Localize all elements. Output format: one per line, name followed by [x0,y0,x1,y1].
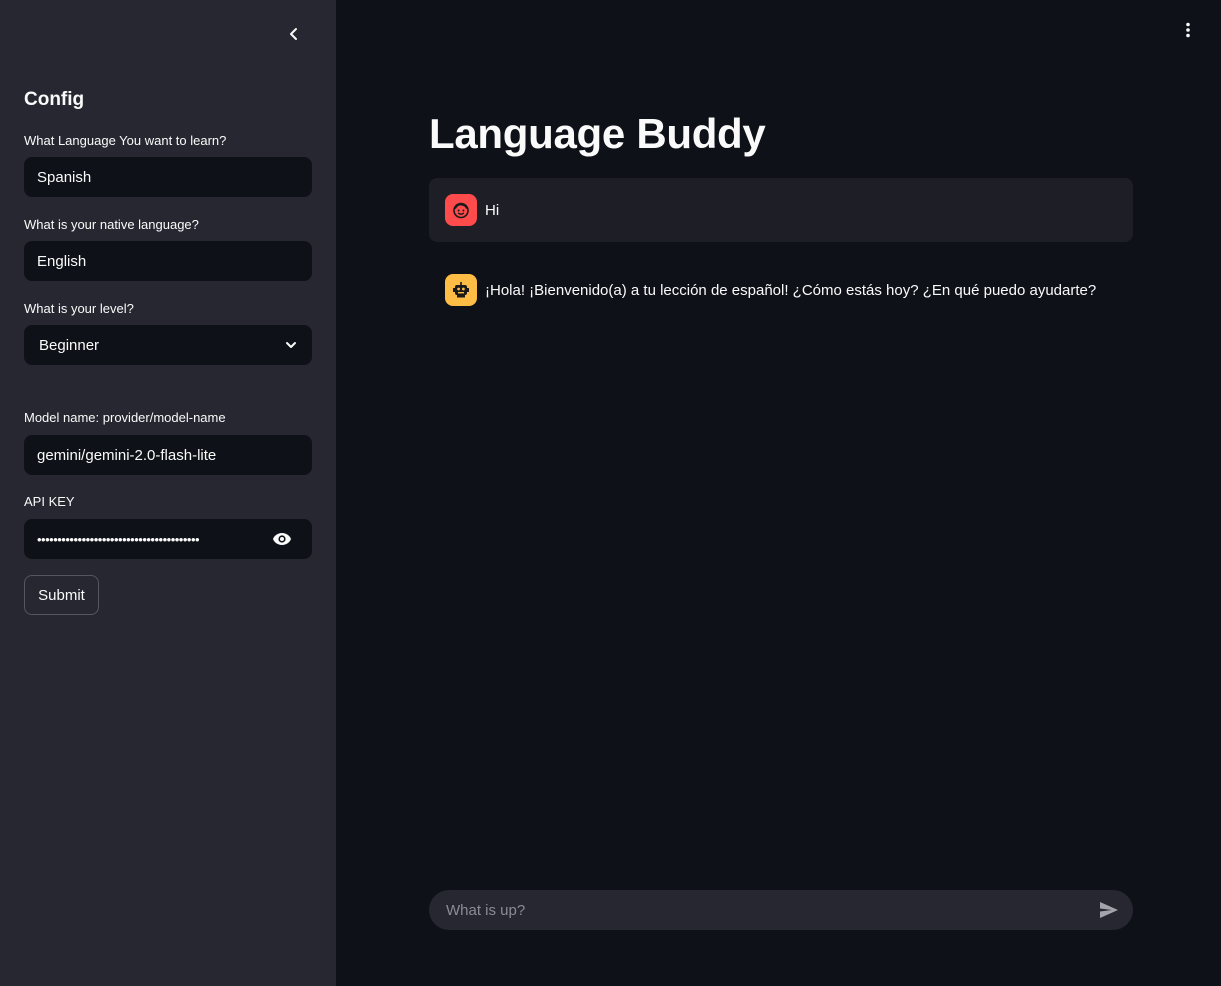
native-language-value: English [37,252,87,270]
native-language-label: What is your native language? [24,217,199,232]
more-vertical-icon [1186,22,1190,38]
chevron-down-icon [286,342,296,348]
target-language-value: Spanish [37,168,92,186]
api-key-label: API KEY [24,494,75,509]
target-language-input[interactable]: Spanish [24,157,312,197]
level-select[interactable]: Beginner [24,325,312,365]
send-icon [1100,902,1118,918]
chat-input[interactable] [446,901,1066,919]
model-name-label: Model name: provider/model-name [24,410,226,425]
eye-icon [273,533,291,545]
main-menu-button[interactable] [1178,18,1198,42]
show-password-button[interactable] [272,532,292,546]
assistant-avatar [445,274,477,306]
collapse-sidebar-button[interactable] [282,22,306,46]
message-text: ¡Hola! ¡Bienvenido(a) a tu lección de es… [485,281,1097,299]
target-language-label: What Language You want to learn? [24,133,227,148]
submit-button[interactable]: Submit [24,575,99,615]
message-text: Hi [485,201,500,219]
chevron-left-icon [290,28,297,40]
model-name-input[interactable]: gemini/gemini-2.0-flash-lite [24,435,312,475]
chat-input-bar [429,890,1133,930]
user-avatar [445,194,477,226]
send-button[interactable] [1097,898,1121,922]
chat-message-assistant: ¡Hola! ¡Bienvenido(a) a tu lección de es… [429,258,1133,322]
robot-icon [453,282,469,298]
api-key-input[interactable]: •••••••••••••••••••••••••••••••••••••••• [24,519,312,559]
page-title: Language Buddy [429,110,766,157]
sidebar-title: Config [24,89,85,110]
level-label: What is your level? [24,301,134,316]
api-key-value: •••••••••••••••••••••••••••••••••••••••• [37,531,200,547]
chat-message-user: Hi [429,178,1133,242]
level-value: Beginner [39,336,100,354]
face-icon [453,202,469,219]
sidebar: Config What Language You want to learn? … [0,0,336,986]
model-name-value: gemini/gemini-2.0-flash-lite [37,446,217,464]
native-language-input[interactable]: English [24,241,312,281]
